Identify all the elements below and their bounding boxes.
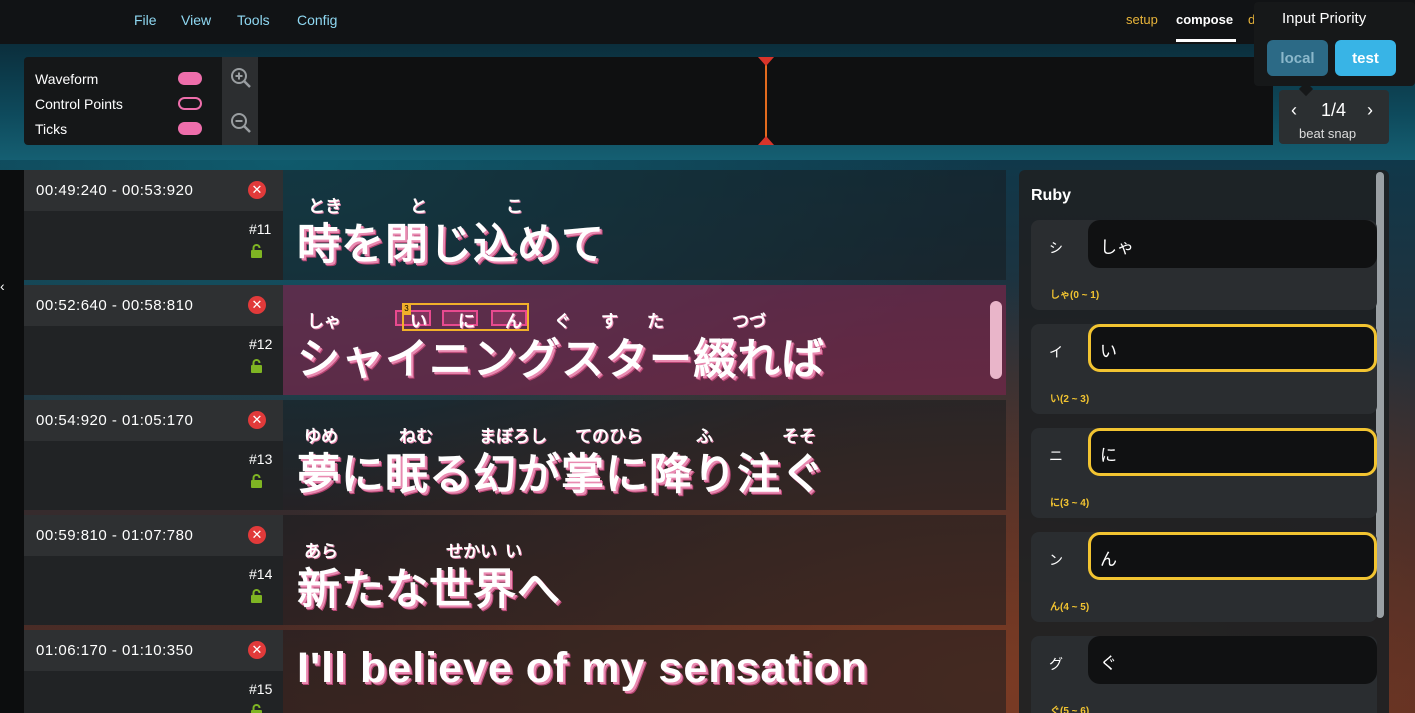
unlock-icon[interactable] — [250, 704, 263, 713]
legend-control-points-label: Control Points — [35, 96, 123, 112]
lyric-text: 夢に眠る幻が掌に降り注ぐ — [297, 451, 825, 499]
menu-view[interactable]: View — [181, 12, 211, 28]
ruby-item: ン ん ん(4 ~ 5) — [1031, 532, 1377, 622]
time-bar: 00:49:240 - 00:53:920 ✕ — [24, 170, 283, 211]
row-meta: 00:59:810 - 01:07:780 ✕ #14 — [24, 515, 283, 625]
row-number: #13 — [249, 451, 273, 467]
row-time[interactable]: 00:52:640 - 00:58:810 — [36, 297, 193, 314]
delete-icon[interactable]: ✕ — [248, 641, 266, 659]
ruby-input[interactable]: い — [1088, 324, 1377, 372]
ruby-panel-title: Ruby — [1031, 187, 1071, 204]
lyric-row[interactable]: 01:06:170 - 01:10:350 ✕ #15 I'll believe… — [24, 630, 1006, 713]
snap-prev-icon[interactable]: ‹ — [1291, 100, 1297, 121]
priority-test-button[interactable]: test — [1335, 40, 1396, 76]
lyric-row-active[interactable]: 00:52:640 - 00:58:810 ✕ #12 3 しゃ い に ん ぐ… — [24, 285, 1006, 395]
ticks-toggle[interactable] — [178, 122, 202, 135]
row-number: #12 — [249, 336, 273, 352]
unlock-icon[interactable] — [250, 244, 263, 258]
legend-ticks-label: Ticks — [35, 121, 68, 137]
input-priority-popover: Input Priority local test — [1254, 2, 1415, 86]
row-time[interactable]: 00:54:920 - 01:05:170 — [36, 412, 193, 429]
row-number: #14 — [249, 566, 273, 582]
waveform-toggle[interactable] — [178, 72, 202, 85]
ruby-panel: Ruby シ しゃ しゃ(0 ~ 1) イ い い(2 ~ 3) ニ に に(3… — [1019, 170, 1389, 713]
playhead-top-marker — [758, 57, 774, 66]
zoom-out-icon[interactable] — [230, 112, 252, 134]
ruby-base-char: シ — [1049, 240, 1063, 256]
playhead[interactable] — [765, 57, 767, 145]
lyric-text: 新たな世界へ — [297, 566, 561, 614]
ruby-input[interactable]: しゃ — [1088, 220, 1377, 268]
menubar: File View Tools Config setup compose des… — [0, 0, 1415, 44]
unlock-icon[interactable] — [250, 474, 263, 488]
ruby-base-char: グ — [1049, 656, 1063, 672]
lyric-text: I'll believe of my sensation — [297, 644, 869, 692]
time-bar: 01:06:170 - 01:10:350 ✕ — [24, 630, 283, 671]
ruby-base-char: イ — [1049, 344, 1063, 360]
ruby-input[interactable]: に — [1088, 428, 1377, 476]
lyric-row[interactable]: 00:54:920 - 01:05:170 ✕ #13 ゆめ ねむ まぼろし て… — [24, 400, 1006, 510]
control-points-toggle[interactable] — [178, 97, 202, 110]
ruby-input[interactable]: ぐ — [1088, 636, 1377, 684]
lyric-row[interactable]: 00:49:240 - 00:53:920 ✕ #11 とき と こ 時を閉じ込… — [24, 170, 1006, 280]
time-bar: 00:59:810 - 01:07:780 ✕ — [24, 515, 283, 556]
beat-snap-value: 1/4 — [1321, 100, 1347, 120]
playhead-bottom-marker — [758, 136, 774, 145]
beat-snap-label: beat snap — [1299, 126, 1357, 141]
delete-icon[interactable]: ✕ — [248, 296, 266, 314]
ruby-item: シ しゃ しゃ(0 ~ 1) — [1031, 220, 1377, 310]
active-tab-underline — [1176, 39, 1236, 42]
waveform-legend: Waveform Control Points Ticks — [24, 57, 222, 145]
time-bar: 00:54:920 - 01:05:170 ✕ — [24, 400, 283, 441]
row-time[interactable]: 00:59:810 - 01:07:780 — [36, 527, 193, 544]
delete-icon[interactable]: ✕ — [248, 181, 266, 199]
ruby-base-char: ン — [1049, 552, 1063, 568]
ruby-item: イ い い(2 ~ 3) — [1031, 324, 1377, 414]
ruby-range: しゃ(0 ~ 1) — [1050, 290, 1100, 301]
unlock-icon[interactable] — [250, 589, 263, 603]
tab-compose[interactable]: compose — [1176, 12, 1233, 27]
ruby-range: ぐ(5 ~ 6) — [1050, 706, 1090, 713]
waveform-canvas[interactable] — [258, 57, 1273, 145]
row-number: #15 — [249, 681, 273, 697]
zoom-in-icon[interactable] — [230, 67, 252, 89]
ruby-panel-scrollbar[interactable] — [1376, 172, 1384, 618]
ruby-range: ん(4 ~ 5) — [1050, 602, 1090, 613]
menu-tools[interactable]: Tools — [237, 12, 270, 28]
row-meta: 00:54:920 - 01:05:170 ✕ #13 — [24, 400, 283, 510]
row-meta: 01:06:170 - 01:10:350 ✕ #15 — [24, 630, 283, 713]
ruby-base-char: ニ — [1049, 448, 1063, 464]
lyric-text: 時を閉じ込めて — [297, 221, 605, 269]
row-meta: 00:52:640 - 00:58:810 ✕ #12 — [24, 285, 283, 395]
ruby-input[interactable]: ん — [1088, 532, 1377, 580]
ruby-range: い(2 ~ 3) — [1050, 394, 1090, 405]
zoom-controls — [222, 57, 258, 145]
input-priority-title: Input Priority — [1282, 10, 1367, 27]
legend-waveform-label: Waveform — [35, 71, 99, 87]
row-meta: 00:49:240 - 00:53:920 ✕ #11 — [24, 170, 283, 280]
row-scrollbar[interactable] — [990, 301, 1002, 379]
time-bar: 00:52:640 - 00:58:810 ✕ — [24, 285, 283, 326]
row-number: #11 — [249, 221, 272, 237]
left-gutter — [0, 170, 24, 713]
ruby-item: グ ぐ ぐ(5 ~ 6) — [1031, 636, 1377, 713]
menu-config[interactable]: Config — [297, 12, 337, 28]
row-time[interactable]: 01:06:170 - 01:10:350 — [36, 642, 193, 659]
lyric-row[interactable]: 00:59:810 - 01:07:780 ✕ #14 あら せかい い 新たな… — [24, 515, 1006, 625]
delete-icon[interactable]: ✕ — [248, 526, 266, 544]
side-collapse-icon[interactable]: ‹ — [0, 278, 5, 294]
ruby-range: に(3 ~ 4) — [1050, 498, 1090, 509]
delete-icon[interactable]: ✕ — [248, 411, 266, 429]
lyric-text: シャイニングスター綴れば — [297, 336, 825, 384]
row-time[interactable]: 00:49:240 - 00:53:920 — [36, 182, 193, 199]
beat-snap-control: ‹ 1/4 › beat snap — [1279, 81, 1389, 144]
snap-next-icon[interactable]: › — [1367, 100, 1373, 121]
priority-local-button[interactable]: local — [1267, 40, 1328, 76]
tab-setup[interactable]: setup — [1126, 12, 1158, 27]
unlock-icon[interactable] — [250, 359, 263, 373]
menu-file[interactable]: File — [134, 12, 157, 28]
ruby-item: ニ に に(3 ~ 4) — [1031, 428, 1377, 518]
